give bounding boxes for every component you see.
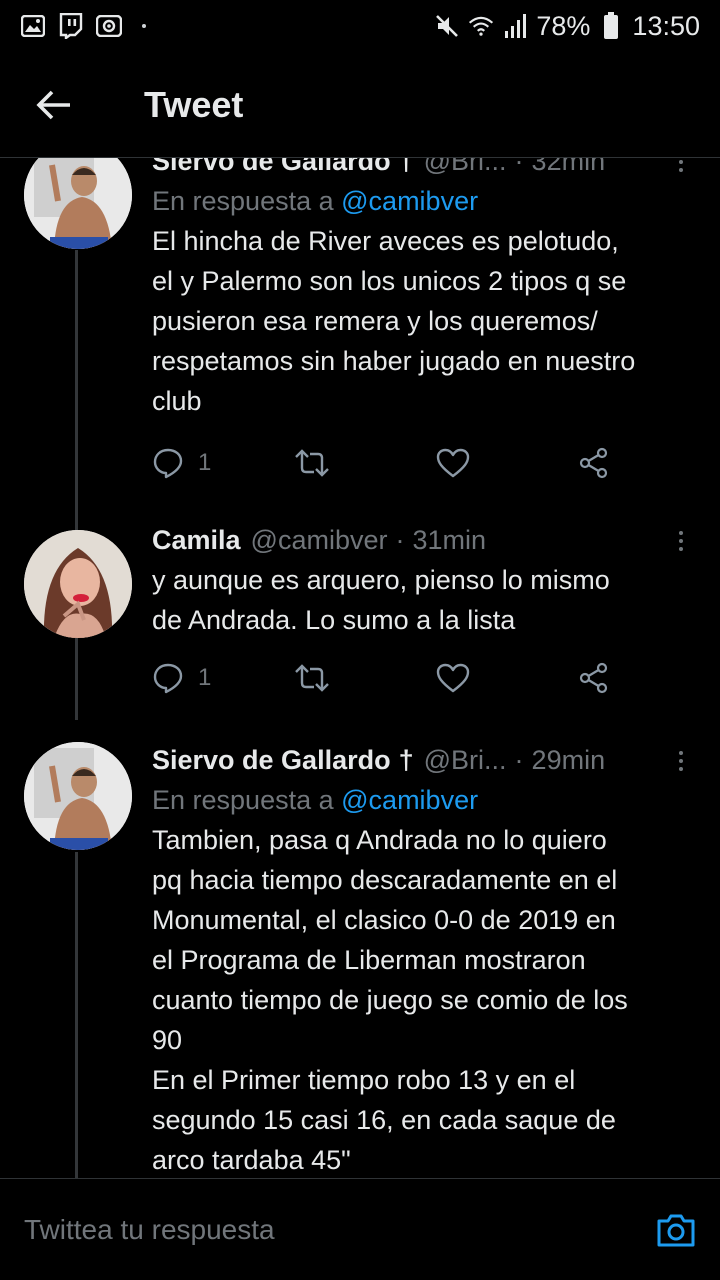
reply-mention[interactable]: @camibver [341, 186, 478, 216]
conversation-timeline[interactable]: Siervo de Gallardo † @Bri... · 32min En … [0, 158, 720, 1178]
reply-context: En respuesta a @camibver [152, 181, 696, 221]
battery-percent: 78% [536, 10, 591, 41]
avatar[interactable] [24, 742, 132, 850]
tweet-header: Siervo de Gallardo † @Bri... · 32min [152, 158, 696, 181]
reply-composer: Twittea tu respuesta [0, 1178, 720, 1280]
reply-count: 1 [198, 664, 212, 691]
retweet-icon [295, 449, 329, 477]
twitch-icon [58, 13, 84, 39]
battery-icon [598, 12, 624, 39]
author-handle[interactable]: @Bri... [424, 158, 507, 177]
share-icon [579, 662, 608, 694]
like-button[interactable] [436, 439, 578, 487]
reply-label: En respuesta a [152, 785, 334, 815]
author-handle[interactable]: @camibver [251, 525, 388, 556]
camera-icon [657, 1214, 695, 1246]
app-bar: Tweet [0, 52, 720, 158]
avatar[interactable] [24, 530, 132, 638]
reply-label: En respuesta a [152, 186, 334, 216]
author-name[interactable]: Siervo de Gallardo [152, 158, 391, 177]
share-button[interactable] [578, 654, 610, 702]
clock: 13:50 [632, 10, 700, 41]
author-badge: † [398, 744, 414, 775]
radio-icon [96, 13, 122, 39]
signal-icon [502, 13, 528, 39]
status-bar: 78% 13:50 [0, 0, 720, 52]
separator-dot: · [395, 524, 405, 555]
reply-icon [153, 448, 183, 479]
back-arrow-icon [36, 90, 70, 119]
tweet-time[interactable]: 32min [532, 158, 606, 177]
author-handle[interactable]: @Bri... [424, 745, 507, 776]
mute-icon [434, 13, 460, 39]
tweet[interactable]: Camila @camibver · 31min y aunque es arq… [0, 520, 720, 730]
back-button[interactable] [0, 52, 112, 158]
tweet-time[interactable]: 29min [532, 745, 606, 776]
author-name[interactable]: Camila [152, 525, 241, 556]
avatar[interactable] [24, 158, 132, 249]
more-options-button[interactable] [666, 158, 696, 177]
more-options-button[interactable] [666, 746, 696, 776]
gallery-icon [20, 13, 46, 39]
retweet-icon [295, 664, 329, 692]
separator-dot: · [514, 744, 524, 775]
tweet[interactable]: Siervo de Gallardo † @Bri... · 32min En … [0, 158, 720, 501]
camera-button[interactable] [656, 1210, 696, 1250]
tweet-time[interactable]: 31min [413, 525, 487, 556]
wifi-icon [468, 13, 494, 39]
author-badge: † [398, 158, 414, 176]
more-options-button[interactable] [666, 526, 696, 556]
tweet-text: Tambien, pasa q Andrada no lo quiero pq … [152, 825, 628, 1175]
tweet-actions: 1 [152, 439, 622, 487]
share-icon [579, 447, 608, 479]
reply-context: En respuesta a @camibver [152, 780, 696, 820]
author-name[interactable]: Siervo de Gallardo [152, 745, 391, 776]
tweet-header: Siervo de Gallardo † @Bri... · 29min [152, 740, 696, 780]
retweet-button[interactable] [294, 439, 436, 487]
separator-dot: · [514, 158, 524, 176]
reply-button[interactable]: 1 [152, 439, 294, 487]
tweet-actions: 1 [152, 654, 622, 702]
reply-mention[interactable]: @camibver [341, 785, 478, 815]
share-button[interactable] [578, 439, 610, 487]
like-button[interactable] [436, 654, 578, 702]
reply-icon [153, 663, 183, 694]
retweet-button[interactable] [294, 654, 436, 702]
page-title: Tweet [144, 83, 244, 125]
tweet-header: Camila @camibver · 31min [152, 520, 696, 560]
tweet-text: y aunque es arquero, pienso lo mismo de … [152, 565, 610, 635]
notification-dot [142, 24, 146, 28]
tweet-text: El hincha de River aveces es pelotudo, e… [152, 226, 636, 416]
heart-icon [436, 663, 470, 693]
heart-icon [436, 448, 470, 478]
reply-button[interactable]: 1 [152, 654, 294, 702]
reply-input[interactable]: Twittea tu respuesta [24, 1214, 656, 1246]
reply-count: 1 [198, 449, 212, 476]
tweet[interactable]: Siervo de Gallardo † @Bri... · 29min En … [0, 740, 720, 1178]
